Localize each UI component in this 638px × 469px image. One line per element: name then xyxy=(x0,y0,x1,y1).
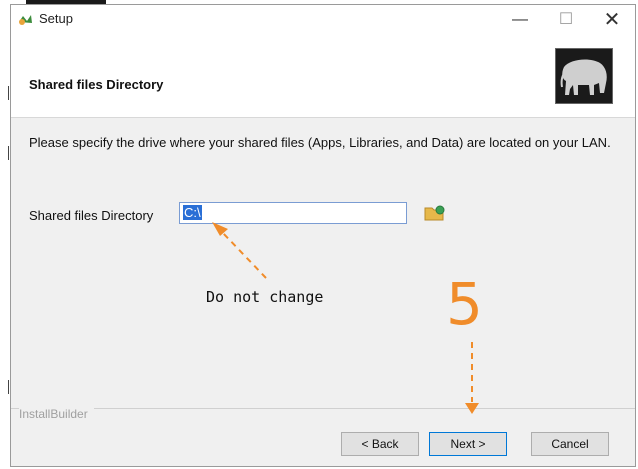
elephant-logo-icon xyxy=(555,48,613,104)
shared-dir-value: C:\ xyxy=(183,205,202,220)
back-button[interactable]: < Back xyxy=(341,432,419,456)
title-bar[interactable]: Setup — ☐ ✕ xyxy=(11,5,635,35)
instructions-text: Please specify the drive where your shar… xyxy=(29,135,611,150)
footer-divider xyxy=(11,408,635,409)
annotation-step-number: 5 xyxy=(446,270,483,338)
folder-browse-icon[interactable] xyxy=(424,204,446,222)
window-title: Setup xyxy=(39,11,73,26)
installbuilder-brand: InstallBuilder xyxy=(19,407,94,421)
app-icon xyxy=(19,15,32,25)
maximize-button[interactable]: ☐ xyxy=(543,5,589,35)
annotation-note: Do not change xyxy=(206,288,324,306)
minimize-button[interactable]: — xyxy=(497,5,543,35)
next-button[interactable]: Next > xyxy=(429,432,507,456)
shared-dir-label: Shared files Directory xyxy=(29,208,154,223)
wizard-header: Shared files Directory xyxy=(11,35,635,118)
edge-mark xyxy=(8,380,9,394)
background-window-edge xyxy=(0,0,10,469)
close-button[interactable]: ✕ xyxy=(589,5,635,35)
page-title: Shared files Directory xyxy=(29,77,164,92)
shared-dir-input[interactable]: C:\ xyxy=(179,202,407,224)
cancel-button[interactable]: Cancel xyxy=(531,432,609,456)
edge-mark xyxy=(8,146,9,160)
setup-window: Setup — ☐ ✕ Shared files Directory Pleas… xyxy=(10,4,636,467)
edge-mark xyxy=(8,86,9,100)
